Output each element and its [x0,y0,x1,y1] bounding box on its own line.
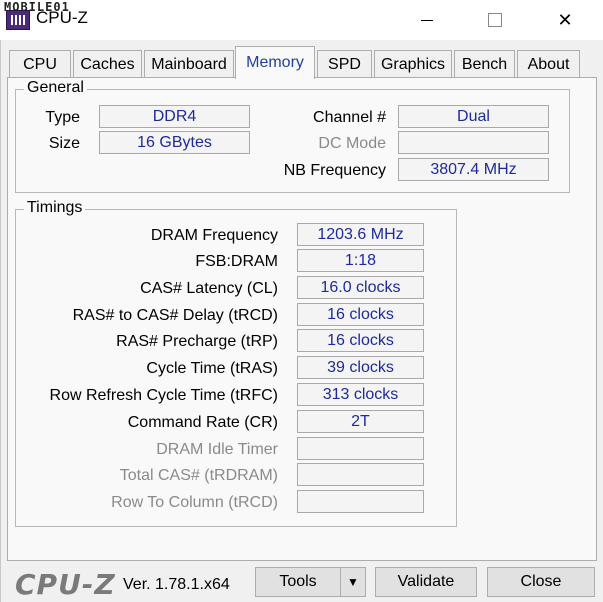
title-bar: MOBILE01 CPU-Z ✕ [0,0,603,40]
general-group-title: General [24,79,87,97]
timing-label-command-rate: Command Rate (CR) [127,414,278,431]
window-body: CPU Caches Mainboard Memory SPD Graphics… [0,40,603,602]
timing-value-dram-frequency: 1203.6 MHz [297,223,424,246]
timing-label-cas-latency: CAS# Latency (CL) [140,280,278,297]
timing-value-fsb-dram: 1:18 [297,249,424,272]
tools-dropdown-button[interactable]: ▼ [340,567,366,597]
close-icon: ✕ [557,9,573,30]
timing-label-dram-frequency: DRAM Frequency [150,227,278,244]
memory-panel: General Type DDR4 Size 16 GBytes Channel… [7,77,597,561]
maximize-button[interactable] [472,0,518,40]
timing-label-row-to-column: Row To Column (tRCD) [111,494,278,511]
channel-value: Dual [398,105,549,128]
timings-group: Timings DRAM Frequency 1203.6 MHz FSB:DR… [15,199,457,527]
timings-group-title: Timings [24,199,86,217]
nb-frequency-label: NB Frequency [283,162,386,179]
version-text: Ver. 1.78.1.x64 [123,576,230,593]
timing-value-trcd: 16 clocks [297,303,424,326]
tab-cpu[interactable]: CPU [9,50,71,78]
tab-spd[interactable]: SPD [317,50,372,78]
timing-label-trp: RAS# Precharge (tRP) [116,333,278,350]
timing-label-trfc: Row Refresh Cycle Time (tRFC) [49,387,278,404]
maximize-icon [488,13,502,27]
timing-value-tras: 39 clocks [297,356,424,379]
tab-memory[interactable]: Memory [235,46,315,79]
timing-label-tras: Cycle Time (tRAS) [146,360,278,377]
tab-caches[interactable]: Caches [73,50,142,78]
timing-label-total-cas: Total CAS# (tRDRAM) [119,467,278,484]
general-group: General Type DDR4 Size 16 GBytes Channel… [15,79,570,193]
validate-button[interactable]: Validate [375,567,477,597]
cpuz-logo: CPU-Z [15,568,116,601]
timing-value-total-cas [297,463,424,486]
tab-bench[interactable]: Bench [454,50,515,78]
window-title: CPU-Z [36,8,88,27]
timing-value-trfc: 313 clocks [297,383,424,406]
timing-label-trcd: RAS# to CAS# Delay (tRCD) [72,307,278,324]
timing-value-command-rate: 2T [297,410,424,433]
dc-mode-value [398,131,549,154]
timing-value-cas-latency: 16.0 clocks [297,276,424,299]
size-value: 16 GBytes [99,131,250,154]
dropdown-arrow-icon: ▼ [347,575,359,589]
dc-mode-label: DC Mode [318,135,386,152]
type-label: Type [45,109,80,126]
tab-graphics[interactable]: Graphics [374,50,452,78]
close-button[interactable]: Close [487,567,595,597]
timing-label-fsb-dram: FSB:DRAM [195,253,278,270]
tab-mainboard[interactable]: Mainboard [144,50,234,78]
timing-value-row-to-column [297,490,424,513]
timing-value-trp: 16 clocks [297,329,424,352]
channel-label: Channel # [313,109,386,126]
nb-frequency-value: 3807.4 MHz [398,158,549,181]
type-value: DDR4 [99,105,250,128]
tools-button[interactable]: Tools [255,567,341,597]
minimize-button[interactable] [404,0,450,40]
size-label: Size [48,135,80,152]
tab-about[interactable]: About [517,50,580,78]
timing-label-dram-idle-timer: DRAM Idle Timer [156,441,278,458]
close-window-button[interactable]: ✕ [542,0,588,40]
timing-value-dram-idle-timer [297,437,424,460]
minimize-icon [421,19,433,21]
